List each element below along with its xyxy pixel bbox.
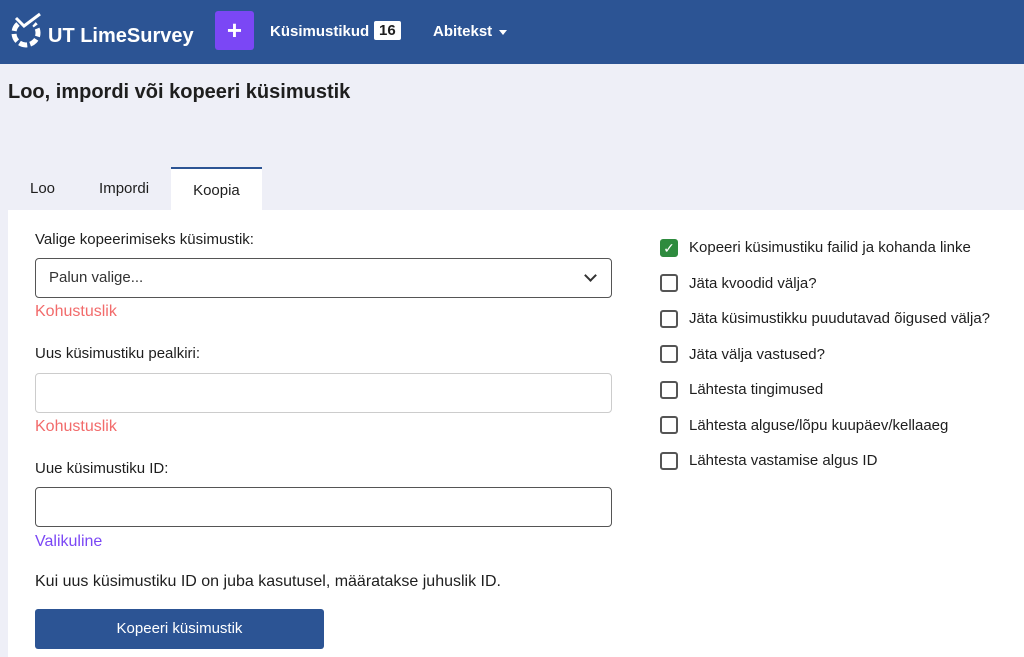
page-title: Loo, impordi või kopeeri küsimustik — [8, 81, 351, 103]
required-hint: Kohustuslik — [35, 303, 117, 320]
id-note: Kui uus küsimustiku ID on juba kasutusel… — [35, 573, 501, 590]
required-hint: Kohustuslik — [35, 418, 117, 435]
optional-hint: Valikuline — [35, 533, 103, 550]
surveys-count-badge: 16 — [374, 21, 401, 40]
survey-select-value: Palun valige... — [49, 269, 144, 286]
top-navbar: UT LimeSurvey + Küsimustikud 16 Abitekst — [0, 0, 1024, 64]
select-survey-label: Valige kopeerimiseks küsimustik: — [35, 231, 254, 248]
option-label: Lähtesta vastamise algus ID — [689, 452, 878, 470]
option-label: Kopeeri küsimustiku failid ja kohanda li… — [689, 239, 971, 257]
title-label: Uus küsimustiku pealkiri: — [35, 345, 201, 362]
option-exclude-answers[interactable]: Jäta välja vastused? — [660, 337, 990, 373]
tabs: Loo Impordi Koopia — [8, 167, 262, 210]
create-survey-button[interactable]: + — [215, 11, 254, 50]
option-label: Jäta välja vastused? — [689, 345, 825, 363]
option-label: Jäta küsimustikku puudutavad õigused väl… — [689, 310, 991, 328]
copy-options: ✓ Kopeeri küsimustiku failid ja kohanda l… — [660, 230, 990, 479]
brand-name[interactable]: UT LimeSurvey — [48, 25, 194, 48]
help-label: Abitekst — [433, 23, 493, 40]
tab-create[interactable]: Loo — [8, 167, 77, 210]
checkbox-icon[interactable] — [660, 309, 678, 328]
chevron-down-icon — [584, 269, 597, 282]
checkbox-icon[interactable] — [660, 380, 678, 399]
id-label: Uue küsimustiku ID: — [35, 460, 169, 477]
checkbox-icon[interactable] — [660, 274, 678, 293]
option-label: Jäta kvoodid välja? — [689, 274, 817, 292]
option-copy-files[interactable]: ✓ Kopeeri küsimustiku failid ja kohanda l… — [660, 230, 990, 266]
survey-id-input[interactable] — [35, 487, 612, 527]
survey-select[interactable]: Palun valige... — [35, 258, 612, 298]
option-exclude-quotas[interactable]: Jäta kvoodid välja? — [660, 266, 990, 302]
option-reset-dates[interactable]: Lähtesta alguse/lõpu kuupäev/kellaaeg — [660, 408, 990, 444]
checkbox-icon[interactable] — [660, 451, 678, 470]
caret-down-icon — [499, 29, 508, 35]
title-input[interactable] — [35, 373, 612, 413]
tab-copy[interactable]: Koopia — [171, 167, 262, 210]
copy-survey-button[interactable]: Kopeeri küsimustik — [35, 609, 324, 649]
option-exclude-permissions[interactable]: Jäta küsimustikku puudutavad õigused väl… — [660, 301, 990, 337]
help-menu[interactable]: Abitekst — [433, 23, 508, 40]
nav-surveys[interactable]: Küsimustikud — [270, 23, 369, 40]
option-reset-conditions[interactable]: Lähtesta tingimused — [660, 372, 990, 408]
checkbox-icon[interactable] — [660, 416, 678, 435]
option-reset-response-id[interactable]: Lähtesta vastamise algus ID — [660, 443, 990, 479]
copy-panel: Valige kopeerimiseks küsimustik: Palun v… — [8, 210, 1024, 657]
option-label: Lähtesta tingimused — [689, 381, 824, 399]
option-label: Lähtesta alguse/lõpu kuupäev/kellaaeg — [689, 416, 949, 434]
limesurvey-logo-icon — [11, 12, 41, 48]
tab-import[interactable]: Impordi — [77, 167, 171, 210]
checkbox-checked-icon[interactable]: ✓ — [660, 238, 678, 257]
checkbox-icon[interactable] — [660, 345, 678, 364]
